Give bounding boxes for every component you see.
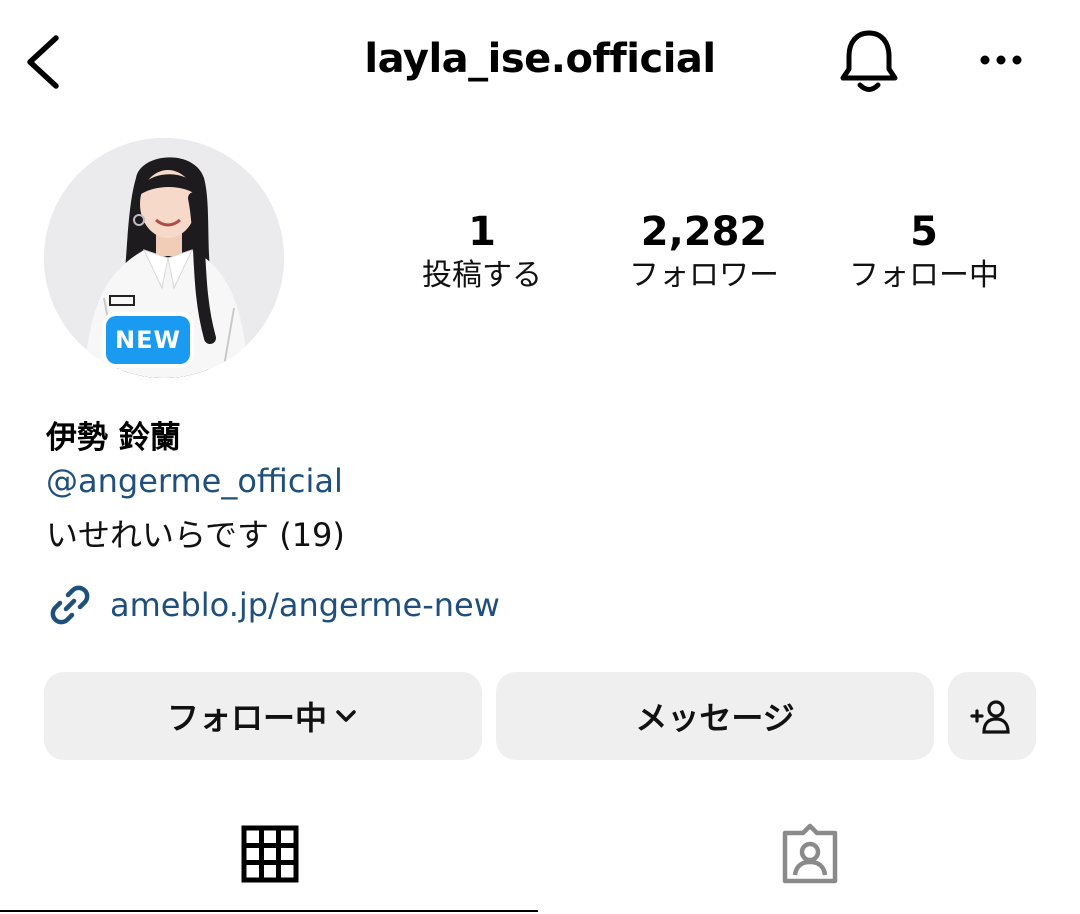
page-title: layla_ise.official [364, 36, 716, 82]
tab-tagged[interactable] [540, 800, 1080, 908]
following-stat[interactable]: 5 フォロー中 [824, 210, 1024, 296]
following-count: 5 [910, 209, 938, 255]
following-button-label: フォロー中 [166, 699, 327, 737]
link-icon [50, 585, 90, 625]
chevron-down-icon [336, 710, 356, 722]
message-button[interactable]: メッセージ [496, 672, 934, 760]
posts-label: 投稿する [422, 258, 542, 293]
posts-stat[interactable]: 1 投稿する [382, 210, 582, 296]
followers-label: フォロワー [629, 258, 779, 293]
notifications-button[interactable] [836, 28, 902, 96]
tagged-person-icon [782, 823, 838, 884]
chevron-left-icon [27, 35, 59, 89]
more-options-button[interactable] [972, 40, 1030, 80]
active-tab-indicator [0, 910, 538, 912]
posts-count: 1 [468, 209, 496, 255]
following-dropdown-button[interactable]: フォロー中 [44, 672, 482, 760]
add-user-icon [970, 700, 1010, 734]
new-badge: NEW [102, 312, 194, 368]
display-name: 伊勢 鈴蘭 [46, 420, 181, 456]
new-badge-label: NEW [106, 316, 190, 364]
website-link[interactable]: ameblo.jp/angerme-new [46, 580, 500, 630]
suggested-users-button[interactable] [948, 672, 1036, 760]
followers-stat[interactable]: 2,282 フォロワー [604, 210, 804, 296]
grid-icon [241, 825, 299, 883]
tab-posts-grid[interactable] [0, 800, 540, 908]
mention-link[interactable]: @angerme_official [46, 462, 343, 500]
more-horizontal-icon [980, 55, 1022, 65]
message-button-label: メッセージ [635, 699, 795, 737]
followers-count: 2,282 [640, 209, 768, 255]
website-link-text: ameblo.jp/angerme-new [110, 586, 500, 624]
back-button[interactable] [22, 32, 66, 92]
bio-text: いせれいらです (19) [46, 516, 345, 554]
following-label: フォロー中 [849, 258, 999, 293]
bell-icon [840, 30, 898, 92]
